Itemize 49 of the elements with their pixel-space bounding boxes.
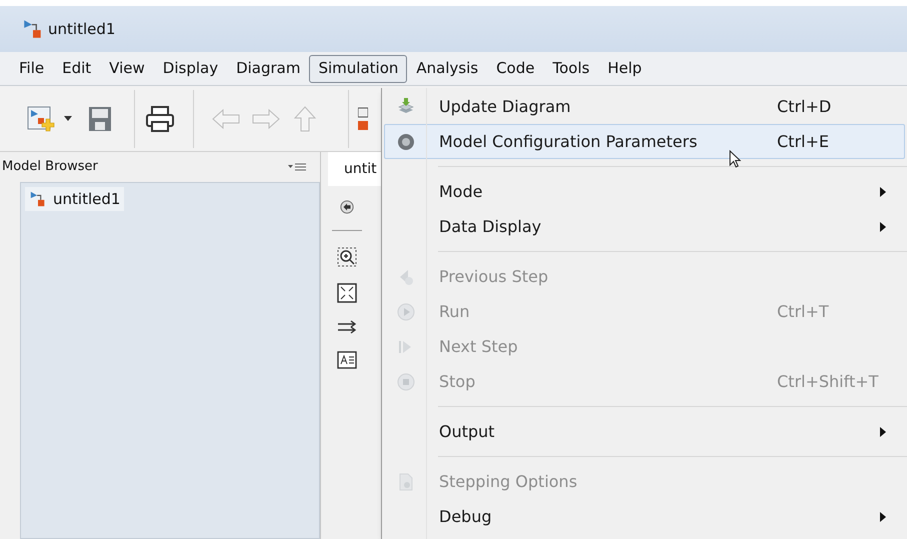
- shortcut-label: Ctrl+T: [777, 300, 829, 322]
- menu-item-label: Stop: [439, 370, 476, 392]
- menu-bar-item[interactable]: Help: [598, 54, 651, 82]
- menu-item-label: Data Display: [439, 216, 542, 238]
- back-icon[interactable]: [340, 200, 354, 214]
- menu-item[interactable]: Data Display: [384, 209, 905, 244]
- model-icon: [29, 190, 47, 208]
- menu-bar-item[interactable]: Display: [154, 54, 228, 82]
- zoom-in-icon[interactable]: [337, 247, 357, 267]
- menu-bar-item[interactable]: Code: [487, 54, 544, 82]
- play-icon: [396, 302, 416, 322]
- menu-item[interactable]: Mode: [384, 174, 905, 209]
- menu-bar-item[interactable]: Edit: [53, 54, 100, 82]
- menu-item-label: Run: [439, 300, 471, 322]
- arrows-icon[interactable]: [337, 319, 357, 335]
- tree-item[interactable]: untitled1: [25, 187, 124, 211]
- panel-menu-icon[interactable]: [288, 163, 306, 171]
- shortcut-label: Ctrl+E: [777, 130, 829, 152]
- menu-item-label: Mode: [439, 180, 484, 202]
- menu-item[interactable]: Update Diagram Ctrl+D: [384, 89, 905, 124]
- editor-tab[interactable]: untit: [328, 152, 381, 186]
- menu-bar-item[interactable]: Diagram: [227, 54, 310, 82]
- menu-item[interactable]: Model Configuration Parameters Ctrl+E: [384, 124, 905, 159]
- menu-bar-item[interactable]: View: [100, 54, 154, 82]
- menu-item-label: Next Step: [439, 336, 519, 358]
- save-icon[interactable]: [88, 106, 112, 132]
- text-annotation-icon[interactable]: [337, 351, 357, 369]
- new-model-icon[interactable]: [26, 104, 56, 134]
- menu-bar-item[interactable]: Tools: [544, 54, 599, 82]
- menu-item-label: Model Configuration Parameters: [439, 130, 698, 152]
- shortcut-label: Ctrl+D: [777, 96, 832, 118]
- menu-bar-item[interactable]: Analysis: [407, 54, 488, 82]
- window-title: untitled1: [48, 18, 116, 40]
- menu-bar-item[interactable]: File: [10, 54, 54, 82]
- menu-item-label: Previous Step: [439, 266, 550, 288]
- menu-item[interactable]: Debug: [384, 499, 905, 534]
- print-icon[interactable]: [145, 106, 175, 132]
- fit-view-icon[interactable]: [337, 283, 357, 303]
- shortcut-label: Ctrl+Shift+T: [777, 370, 878, 392]
- menu-item-label: Output: [439, 420, 496, 442]
- menu-item-label: Update Diagram: [439, 96, 572, 118]
- menu-item-label: Debug: [439, 506, 493, 528]
- panel-title: Model Browser: [2, 158, 98, 176]
- stop-icon: [396, 372, 416, 392]
- mouse-cursor-icon: [729, 150, 741, 168]
- caret-icon[interactable]: [64, 116, 72, 121]
- menu-item-label: Stepping Options: [439, 470, 578, 492]
- menu-bar-item[interactable]: Simulation: [309, 54, 408, 82]
- menu-item[interactable]: Output: [384, 414, 905, 449]
